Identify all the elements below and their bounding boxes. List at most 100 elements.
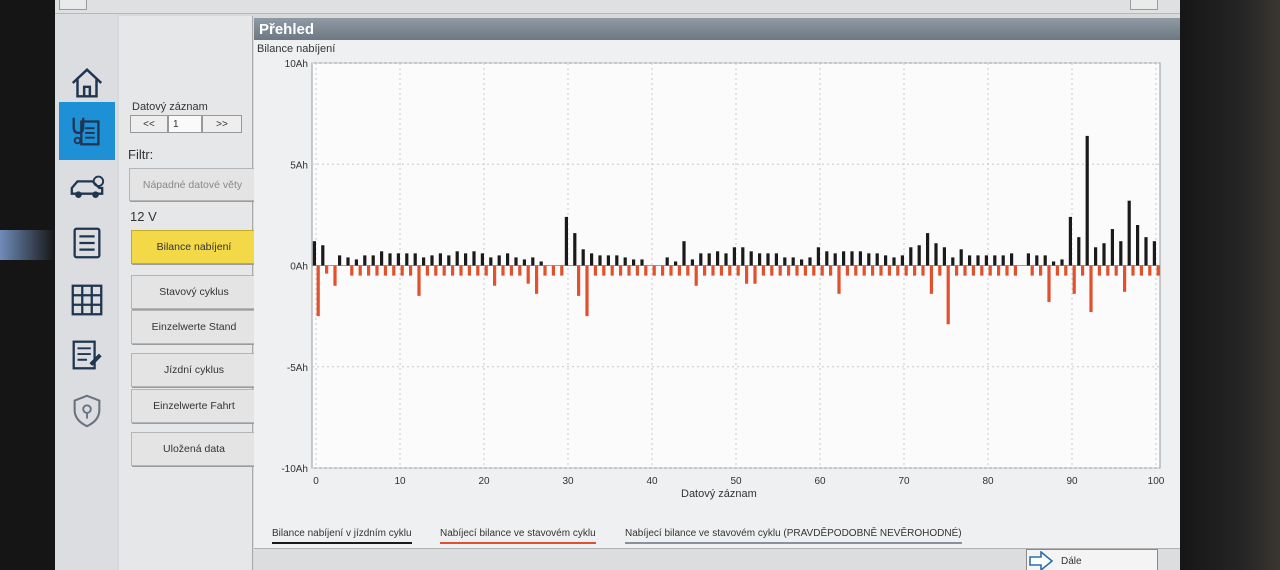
bar-driving-cycle (716, 251, 720, 266)
bar-driving-cycle (976, 255, 980, 266)
bar-state-cycle (694, 265, 698, 286)
bar-driving-cycle (1035, 255, 1039, 266)
bar-driving-cycle (422, 257, 426, 266)
list-button[interactable] (59, 214, 115, 272)
bar-state-cycle (610, 265, 614, 276)
prev-record-button[interactable]: << (130, 115, 168, 133)
modules-button[interactable] (59, 271, 115, 329)
y-tick-label: 10Ah (285, 59, 308, 70)
bar-driving-cycle (363, 255, 367, 266)
bar-driving-cycle (892, 257, 896, 266)
record-label: Datový záznam (132, 101, 208, 113)
bar-state-cycle (955, 265, 959, 276)
left-panel: Datový záznam << 1 >> Filtr: Nápadné dat… (119, 16, 257, 570)
modules-icon (71, 284, 103, 316)
bar-state-cycle (476, 265, 480, 276)
bar-driving-cycle (867, 253, 871, 266)
bar-driving-cycle (942, 247, 946, 266)
filter-conspicuous-records-button[interactable]: Nápadné datové věty (129, 168, 256, 201)
btn-saved-data[interactable]: Uložená data (131, 432, 257, 466)
bar-driving-cycle (1043, 255, 1047, 266)
bar-driving-cycle (749, 251, 753, 266)
bar-state-cycle (467, 265, 471, 276)
bar-state-cycle (1089, 265, 1093, 313)
bar-driving-cycle (1077, 237, 1081, 266)
bar-driving-cycle (682, 241, 686, 266)
bar-driving-cycle (354, 259, 358, 266)
bar-state-cycle (602, 265, 606, 276)
y-tick-label: 5Ah (290, 160, 308, 171)
security-button[interactable] (59, 382, 115, 440)
bar-state-cycle (1139, 265, 1143, 276)
x-tick-label: 40 (646, 476, 658, 487)
record-navigator: << 1 >> (130, 115, 242, 133)
bar-driving-cycle (917, 245, 921, 266)
bar-state-cycle (484, 265, 488, 276)
legend-state-cycle-unreliable[interactable]: Nabíjecí bilance ve stavovém cyklu (PRAV… (625, 528, 962, 544)
list-icon (73, 227, 101, 259)
bar-state-cycle (1097, 265, 1101, 276)
legend-state-cycle[interactable]: Nabíjecí bilance ve stavovém cyklu (440, 528, 596, 544)
bar-driving-cycle (808, 257, 812, 266)
btn-driving-cycle[interactable]: Jízdní cyklus (131, 353, 257, 387)
bar-driving-cycle (321, 245, 325, 266)
bar-driving-cycle (758, 253, 762, 266)
bar-state-cycle (644, 265, 648, 276)
charge-balance-chart: 0 10 20 30 40 50 60 70 80 90 100 10Ah 5Ah 0Ah -5Ah -10A… (281, 59, 1164, 487)
next-button[interactable]: Dále (1026, 549, 1158, 570)
bar-driving-cycle (405, 253, 409, 266)
bar-state-cycle (543, 265, 547, 276)
x-tick-label: 60 (814, 476, 826, 487)
vehicle-button[interactable] (59, 159, 115, 217)
bar-driving-cycle (774, 253, 778, 266)
bar-state-cycle (451, 265, 455, 276)
x-tick-label: 30 (562, 476, 574, 487)
bar-driving-cycle (522, 259, 526, 266)
service-plan-button[interactable] (59, 326, 115, 384)
bar-state-cycle (862, 265, 866, 276)
bar-state-cycle (635, 265, 639, 276)
bar-state-cycle (845, 265, 849, 276)
bar-state-cycle (997, 265, 1001, 276)
bar-state-cycle (1064, 265, 1068, 276)
bar-driving-cycle (741, 247, 745, 266)
btn-charge-balance[interactable]: Bilance nabíjení (131, 230, 257, 264)
bar-state-cycle (1114, 265, 1118, 276)
bar-state-cycle (383, 265, 387, 276)
bar-state-cycle (509, 265, 513, 276)
bar-state-cycle (913, 265, 917, 276)
bar-driving-cycle (380, 251, 384, 266)
bar-state-cycle (1081, 265, 1085, 276)
bar-state-cycle (1106, 265, 1110, 276)
x-tick-label: 90 (1066, 476, 1078, 487)
bar-state-cycle (316, 265, 320, 317)
bar-driving-cycle (1085, 135, 1089, 266)
top-left-button[interactable] (59, 0, 87, 10)
btn-state-cycle[interactable]: Stavový cyklus (131, 275, 257, 309)
bar-state-cycle (803, 265, 807, 276)
y-tick-label: -5Ah (287, 363, 308, 374)
bar-state-cycle (753, 265, 757, 284)
next-record-button[interactable]: >> (202, 115, 242, 133)
btn-single-values-stand[interactable]: Einzelwerte Stand (131, 310, 257, 344)
bar-driving-cycle (590, 253, 594, 266)
bar-driving-cycle (1144, 237, 1148, 266)
car-icon (70, 175, 105, 198)
bar-driving-cycle (1152, 241, 1156, 266)
top-right-button[interactable] (1130, 0, 1158, 10)
bar-state-cycle (820, 265, 824, 276)
bar-driving-cycle (1136, 225, 1140, 266)
bar-driving-cycle (447, 255, 451, 266)
x-tick-label: 0 (313, 476, 319, 487)
bar-state-cycle (367, 265, 371, 276)
legend-driving-cycle[interactable]: Bilance nabíjení v jízdním cyklu (272, 528, 412, 544)
btn-single-values-drive[interactable]: Einzelwerte Fahrt (131, 389, 257, 423)
bar-driving-cycle (480, 253, 484, 266)
bar-state-cycle (921, 265, 925, 276)
bar-state-cycle (442, 265, 446, 276)
bar-state-cycle (787, 265, 791, 276)
bar-driving-cycle (1010, 253, 1014, 266)
diagnosis-button[interactable] (59, 102, 115, 160)
bar-state-cycle (493, 265, 497, 286)
record-number-field[interactable]: 1 (168, 115, 202, 133)
